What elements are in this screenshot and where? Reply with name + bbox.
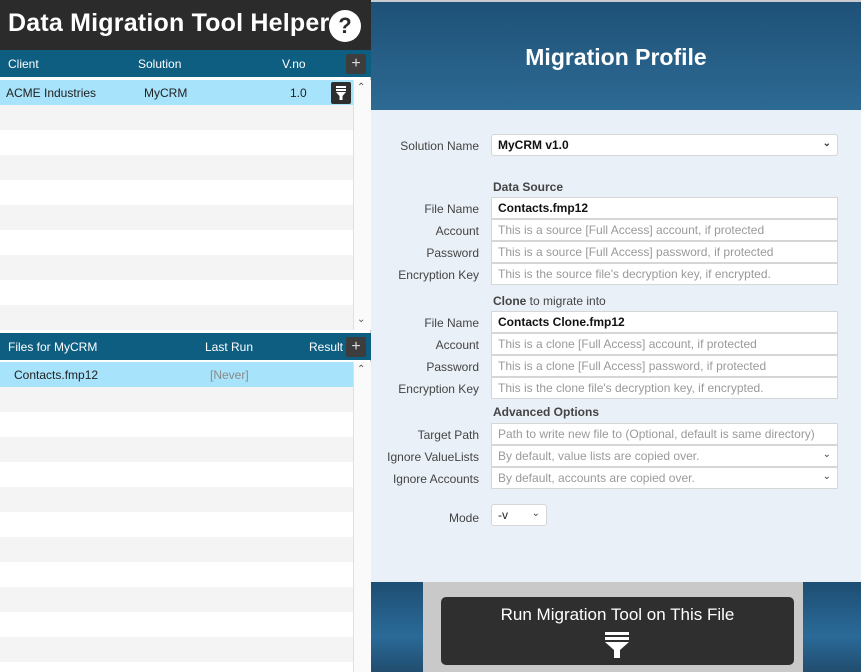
source-account-field[interactable]: This is a source [Full Access] account, …: [491, 219, 838, 241]
table-row: [0, 562, 353, 587]
clone-account-label: Account: [435, 338, 479, 352]
clone-heading-bold: Clone: [493, 294, 527, 308]
clone-heading-rest: to migrate into: [526, 294, 606, 308]
app-header: Data Migration Tool Helper ?: [0, 0, 371, 50]
clone-encryption-key-field[interactable]: This is the clone file's decryption key,…: [491, 377, 838, 399]
last-run-value: [Never]: [210, 368, 249, 382]
ignore-accounts-label: Ignore Accounts: [392, 472, 479, 486]
clients-list: ACME Industries MyCRM 1.0: [0, 80, 353, 330]
scroll-up-icon[interactable]: ⌃: [357, 364, 365, 375]
chevron-down-icon: ⌄: [822, 449, 831, 460]
table-row[interactable]: ACME Industries MyCRM 1.0: [0, 80, 353, 105]
files-scrollbar[interactable]: ⌃: [353, 362, 371, 672]
help-button[interactable]: ?: [329, 10, 361, 42]
source-encryption-key-label: Encryption Key: [398, 268, 479, 282]
source-account-label: Account: [435, 224, 479, 238]
clone-heading: Clone to migrate into: [493, 294, 606, 308]
right-panel: Migration Profile Solution Name MyCRM v1…: [371, 0, 861, 672]
mode-value: -v: [498, 508, 508, 522]
add-client-button[interactable]: +: [346, 54, 366, 74]
solution-name-select[interactable]: MyCRM v1.0 ⌄: [491, 134, 838, 156]
source-file-name-label: File Name: [424, 202, 479, 216]
solution-name-value: MyCRM v1.0: [498, 138, 569, 152]
source-password-label: Password: [426, 246, 479, 260]
clone-file-name-label: File Name: [424, 316, 479, 330]
source-encryption-key-field[interactable]: This is the source file's decryption key…: [491, 263, 838, 285]
solution-name-label: Solution Name: [400, 139, 479, 153]
table-row: [0, 255, 353, 280]
chevron-down-icon: ⌄: [531, 508, 540, 519]
data-source-heading: Data Source: [493, 180, 564, 194]
table-row: [0, 587, 353, 612]
app-title: Data Migration Tool Helper: [8, 9, 330, 37]
target-path-field[interactable]: Path to write new file to (Optional, def…: [491, 423, 838, 445]
scroll-up-icon[interactable]: ⌃: [357, 82, 365, 93]
solution-column-header[interactable]: Solution: [138, 57, 181, 71]
version-number: 1.0: [290, 86, 307, 100]
ignore-valuelists-label: Ignore ValueLists: [387, 450, 479, 464]
target-path-label: Target Path: [417, 428, 479, 442]
add-file-button[interactable]: +: [346, 337, 366, 357]
run-migration-button[interactable]: Run Migration Tool on This File: [441, 597, 794, 665]
mode-label: Mode: [448, 511, 479, 525]
chevron-down-icon: ⌄: [822, 138, 831, 149]
clients-list-header: Client Solution V.no +: [0, 50, 371, 77]
chevron-down-icon: ⌄: [822, 471, 831, 482]
client-column-header[interactable]: Client: [8, 57, 39, 71]
result-column-header[interactable]: Result: [309, 340, 343, 354]
client-name: ACME Industries: [6, 86, 97, 100]
table-row: [0, 662, 353, 672]
ignore-valuelists-value: By default, value lists are copied over.: [498, 449, 700, 463]
clone-password-field[interactable]: This is a clone [Full Access] password, …: [491, 355, 838, 377]
table-row: [0, 637, 353, 662]
page-title: Migration Profile: [525, 44, 707, 70]
table-row: [0, 537, 353, 562]
table-row: [0, 130, 353, 155]
table-row: [0, 487, 353, 512]
table-row: [0, 205, 353, 230]
clone-account-field[interactable]: This is a clone [Full Access] account, i…: [491, 333, 838, 355]
mode-select[interactable]: -v ⌄: [491, 504, 547, 526]
clone-encryption-key-label: Encryption Key: [398, 382, 479, 396]
clone-file-name-field[interactable]: Contacts Clone.fmp12: [491, 311, 838, 333]
migration-profile-form: Solution Name MyCRM v1.0 ⌄ Data Source F…: [371, 110, 861, 582]
files-column-header[interactable]: Files for MyCRM: [8, 340, 97, 354]
solution-name: MyCRM: [144, 86, 188, 100]
table-row: [0, 387, 353, 412]
funnel-icon: [605, 632, 629, 658]
table-row: [0, 105, 353, 130]
ignore-valuelists-select[interactable]: By default, value lists are copied over.…: [491, 445, 838, 467]
table-row: [0, 512, 353, 537]
run-migration-label: Run Migration Tool on This File: [500, 605, 735, 624]
funnel-icon: [336, 86, 346, 100]
profile-header: Migration Profile: [371, 2, 861, 110]
table-row: [0, 412, 353, 437]
table-row: [0, 305, 353, 330]
table-row: [0, 155, 353, 180]
scroll-down-icon[interactable]: ⌄: [357, 314, 365, 325]
table-row: [0, 462, 353, 487]
clients-scrollbar[interactable]: ⌃ ⌄: [353, 80, 371, 330]
table-row[interactable]: Contacts.fmp12 [Never]: [0, 362, 353, 387]
advanced-options-heading: Advanced Options: [493, 405, 600, 419]
files-list: Contacts.fmp12 [Never]: [0, 362, 353, 672]
ignore-accounts-value: By default, accounts are copied over.: [498, 471, 695, 485]
table-row: [0, 180, 353, 205]
source-password-field[interactable]: This is a source [Full Access] password,…: [491, 241, 838, 263]
table-row: [0, 280, 353, 305]
table-row: [0, 230, 353, 255]
migrate-button[interactable]: [331, 82, 351, 104]
ignore-accounts-select[interactable]: By default, accounts are copied over. ⌄: [491, 467, 838, 489]
clone-password-label: Password: [426, 360, 479, 374]
source-file-name-field[interactable]: Contacts.fmp12: [491, 197, 838, 219]
left-panel: Data Migration Tool Helper ? Client Solu…: [0, 0, 371, 672]
file-name: Contacts.fmp12: [14, 368, 99, 382]
table-row: [0, 437, 353, 462]
files-list-header: Files for MyCRM Last Run Result +: [0, 333, 371, 360]
version-column-header[interactable]: V.no: [282, 57, 306, 71]
last-run-column-header[interactable]: Last Run: [205, 340, 253, 354]
table-row: [0, 612, 353, 637]
